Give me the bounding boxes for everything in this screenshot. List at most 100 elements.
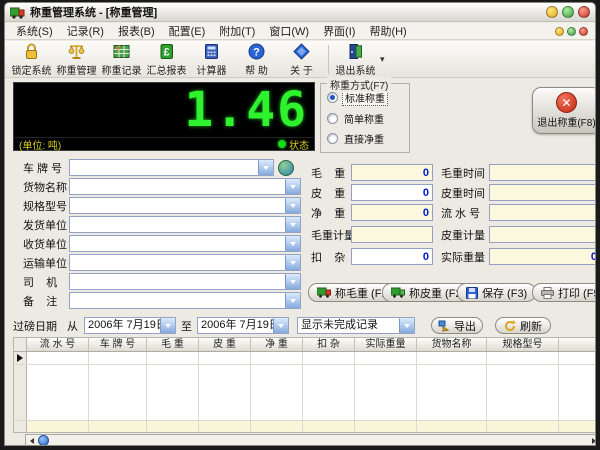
export-button[interactable]: 导出 — [431, 317, 483, 334]
chevron-down-icon[interactable] — [285, 255, 300, 270]
col-partial — [559, 338, 596, 351]
menu-item-window[interactable]: 窗口(W) — [262, 22, 316, 40]
transporter-combo[interactable] — [69, 254, 301, 271]
exit-system-button[interactable]: 退出系统 — [333, 42, 378, 77]
net-weight-field[interactable]: 0 — [351, 204, 433, 221]
actual-weight-field[interactable]: 0 — [489, 248, 596, 265]
refresh-button[interactable]: 刷新 — [495, 317, 551, 334]
driver-combo[interactable] — [69, 273, 301, 290]
scale-icon — [67, 42, 86, 61]
menu-item-records[interactable]: 记录(R) — [60, 22, 111, 40]
tare-time-field[interactable] — [489, 184, 596, 201]
tare-weight-field[interactable]: 0 — [351, 184, 433, 201]
chevron-down-icon[interactable] — [285, 293, 300, 308]
from-date-picker[interactable]: 2006年 7月19日 — [84, 317, 176, 334]
gross-meter-field[interactable] — [351, 226, 433, 243]
record-filter-select[interactable]: 显示未完成记录 — [297, 317, 415, 334]
col-plate[interactable]: 车 牌 号 — [89, 338, 147, 351]
weigh-records-button[interactable]: 称重记录 — [99, 42, 144, 77]
records-table-icon — [112, 42, 131, 61]
serial-number-field[interactable] — [489, 204, 596, 221]
led-status-strip: (单位: 吨) 状态 — [14, 137, 314, 150]
maximize-button[interactable] — [562, 6, 574, 18]
col-deduction[interactable]: 扣 杂 — [303, 338, 355, 351]
weigh-manage-button[interactable]: 称重管理 — [54, 42, 99, 77]
chevron-down-icon[interactable] — [285, 198, 300, 213]
summary-report-button[interactable]: £ 汇总报表 — [144, 42, 189, 77]
menu-item-help[interactable]: 帮助(H) — [362, 22, 413, 40]
row-selector-header — [14, 338, 27, 351]
globe-icon[interactable] — [278, 160, 294, 176]
close-button[interactable] — [578, 6, 590, 18]
minimize-button[interactable] — [546, 6, 558, 18]
lock-icon — [22, 42, 41, 61]
driver-label: 司 机 — [23, 274, 69, 290]
shipper-combo[interactable] — [69, 216, 301, 233]
lock-system-button[interactable]: 锁定系统 — [9, 42, 54, 77]
svg-text:?: ? — [253, 47, 260, 59]
chevron-down-icon[interactable] — [273, 318, 288, 333]
about-button[interactable]: 关 于 — [279, 42, 324, 77]
receiver-combo[interactable] — [69, 235, 301, 252]
spec-model-combo[interactable] — [69, 197, 301, 214]
child-minimize-button[interactable] — [555, 27, 564, 36]
col-spec[interactable]: 规格型号 — [487, 338, 559, 351]
toolbar-overflow-chevron-icon[interactable]: ▾ — [380, 54, 385, 65]
menu-item-addons[interactable]: 附加(T) — [212, 22, 262, 40]
radio-simple-weigh[interactable]: 简单称重 — [327, 111, 409, 126]
child-restore-button[interactable] — [567, 27, 576, 36]
scrollbar-thumb[interactable] — [38, 435, 49, 446]
deduction-field[interactable]: 0 — [351, 248, 433, 265]
help-button[interactable]: ? 帮 助 — [234, 42, 279, 77]
chevron-down-icon[interactable] — [160, 318, 175, 333]
chevron-down-icon[interactable] — [285, 179, 300, 194]
print-button[interactable]: 打印 (F5) — [532, 283, 596, 302]
chevron-down-icon[interactable] — [258, 160, 273, 175]
col-serial[interactable]: 流 水 号 — [27, 338, 89, 351]
radio-direct-net[interactable]: 直接净重 — [327, 131, 409, 146]
unit-label: (单位: 吨) — [19, 137, 61, 152]
connection-status-dot-icon — [278, 140, 286, 148]
serial-number-label: 流 水 号 — [441, 205, 489, 221]
current-row-marker — [14, 352, 27, 364]
menu-item-system[interactable]: 系统(S) — [9, 22, 60, 40]
menu-bar: 系统(S) 记录(R) 报表(B) 配置(E) 附加(T) 窗口(W) 界面(I… — [5, 23, 595, 40]
remark-combo[interactable] — [69, 292, 301, 309]
chevron-down-icon[interactable] — [285, 217, 300, 232]
chevron-down-icon[interactable] — [399, 318, 414, 333]
menu-item-ui[interactable]: 界面(I) — [316, 22, 362, 40]
net-weight-label: 净 重 — [311, 205, 351, 221]
save-button[interactable]: 保存 (F3) — [457, 283, 536, 302]
col-goods[interactable]: 货物名称 — [417, 338, 487, 351]
child-close-button[interactable] — [579, 27, 588, 36]
radio-off-icon — [327, 133, 338, 144]
gross-weight-field[interactable]: 0 — [351, 164, 433, 181]
goods-name-combo[interactable] — [69, 178, 301, 195]
exit-weigh-button[interactable]: ✕ 退出称重(F8) — [532, 87, 596, 134]
tare-meter-field[interactable] — [489, 226, 596, 243]
gross-time-field[interactable] — [489, 164, 596, 181]
col-net[interactable]: 净 重 — [251, 338, 303, 351]
radio-off-icon — [327, 113, 338, 124]
help-icon: ? — [247, 42, 266, 61]
to-date-picker[interactable]: 2006年 7月19日 — [197, 317, 289, 334]
weight-value: 1.46 — [14, 83, 308, 137]
chevron-down-icon[interactable] — [285, 274, 300, 289]
scroll-left-arrow-icon[interactable] — [26, 435, 38, 446]
table-row[interactable] — [14, 352, 596, 365]
menu-item-config[interactable]: 配置(E) — [162, 22, 213, 40]
horizontal-scrollbar[interactable] — [25, 434, 596, 446]
plate-number-combo[interactable] — [69, 159, 274, 176]
chevron-down-icon[interactable] — [285, 236, 300, 251]
spec-model-label: 规格型号 — [23, 198, 69, 214]
toolbar-separator — [328, 45, 329, 74]
col-gross[interactable]: 毛 重 — [147, 338, 199, 351]
scroll-right-arrow-icon[interactable] — [588, 435, 596, 446]
col-actual[interactable]: 实际重量 — [355, 338, 417, 351]
menu-item-reports[interactable]: 报表(B) — [111, 22, 162, 40]
save-icon — [466, 287, 478, 299]
tare-weight-label: 皮 重 — [311, 185, 351, 201]
table-filler-row — [14, 421, 596, 432]
col-tare[interactable]: 皮 重 — [199, 338, 251, 351]
calculator-button[interactable]: 计算器 — [189, 42, 234, 77]
